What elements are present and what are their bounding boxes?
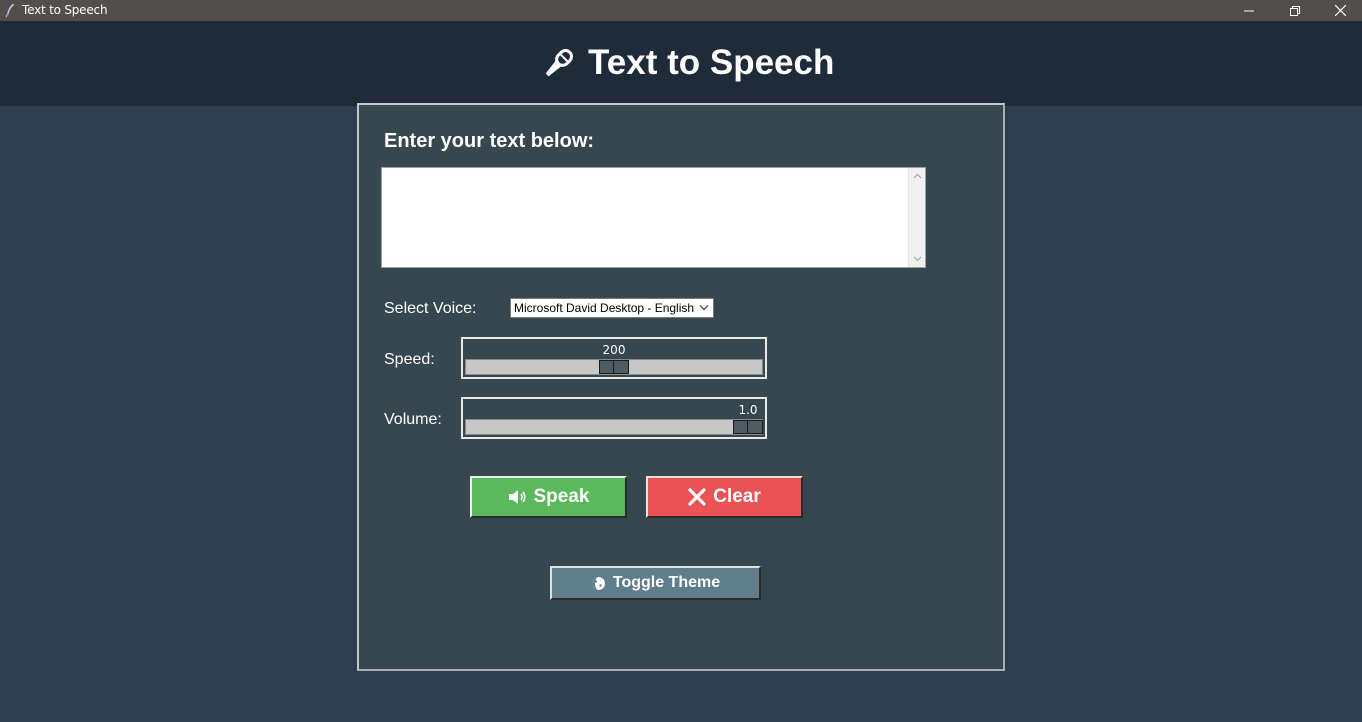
theme-icon (591, 576, 605, 590)
volume-label: Volume: (384, 411, 442, 428)
speak-button-label: Speak (533, 486, 590, 507)
close-icon (1334, 5, 1346, 16)
voice-select-value: Microsoft David Desktop - English (514, 301, 695, 315)
speed-slider-handle[interactable] (599, 360, 629, 374)
close-button[interactable] (1317, 0, 1362, 21)
window-title-bar: Text to Speech (0, 0, 1362, 21)
text-input[interactable] (382, 168, 908, 267)
window-title: Text to Speech (22, 3, 108, 17)
toggle-theme-button[interactable]: Toggle Theme (550, 566, 761, 600)
microphone-icon (545, 49, 573, 77)
minimize-button[interactable] (1226, 0, 1272, 21)
toggle-theme-button-label: Toggle Theme (612, 574, 721, 591)
speed-label: Speed: (384, 351, 435, 368)
speed-slider-track[interactable] (465, 359, 763, 375)
voice-select[interactable]: Microsoft David Desktop - English (510, 298, 714, 318)
voice-label: Select Voice: (384, 300, 477, 317)
page-title: Text to Speech (588, 43, 835, 82)
text-input-scrollbar[interactable] (908, 168, 925, 267)
volume-slider[interactable]: 1.0 (461, 397, 767, 439)
restore-icon (1290, 5, 1300, 16)
speed-value: 200 (602, 343, 626, 357)
app-header: Text to Speech (0, 21, 1362, 106)
speaker-icon (508, 490, 526, 504)
volume-value: 1.0 (738, 403, 758, 417)
minimize-icon (1244, 10, 1254, 11)
chevron-down-icon (699, 305, 709, 311)
speak-button[interactable]: Speak (470, 476, 627, 518)
volume-slider-track[interactable] (465, 419, 763, 435)
clear-button[interactable]: Clear (646, 476, 803, 518)
text-input-container (381, 167, 926, 268)
text-input-label: Enter your text below: (384, 130, 595, 152)
feather-icon (5, 3, 15, 17)
scroll-up-icon[interactable] (913, 173, 922, 179)
speed-slider[interactable]: 200 (461, 337, 767, 379)
scroll-down-icon[interactable] (913, 256, 922, 262)
close-x-icon (688, 488, 706, 506)
restore-button[interactable] (1272, 0, 1318, 21)
volume-slider-handle[interactable] (733, 420, 763, 434)
clear-button-label: Clear (713, 486, 761, 507)
